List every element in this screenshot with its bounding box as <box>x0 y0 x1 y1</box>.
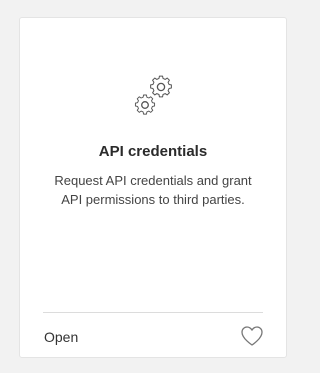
heart-outline-icon[interactable] <box>240 325 264 347</box>
card-description-line-1: Request API credentials and grant <box>54 173 252 188</box>
card-title: API credentials <box>98 143 208 160</box>
api-credentials-card[interactable]: API credentials Request API credentials … <box>19 17 287 358</box>
open-link[interactable]: Open <box>44 329 78 345</box>
card-description: Request API credentials and grant API pe… <box>40 171 266 209</box>
card-description-line-2: API permissions to third parties. <box>61 192 245 207</box>
gears-icon <box>134 75 172 115</box>
card-divider <box>43 312 263 313</box>
